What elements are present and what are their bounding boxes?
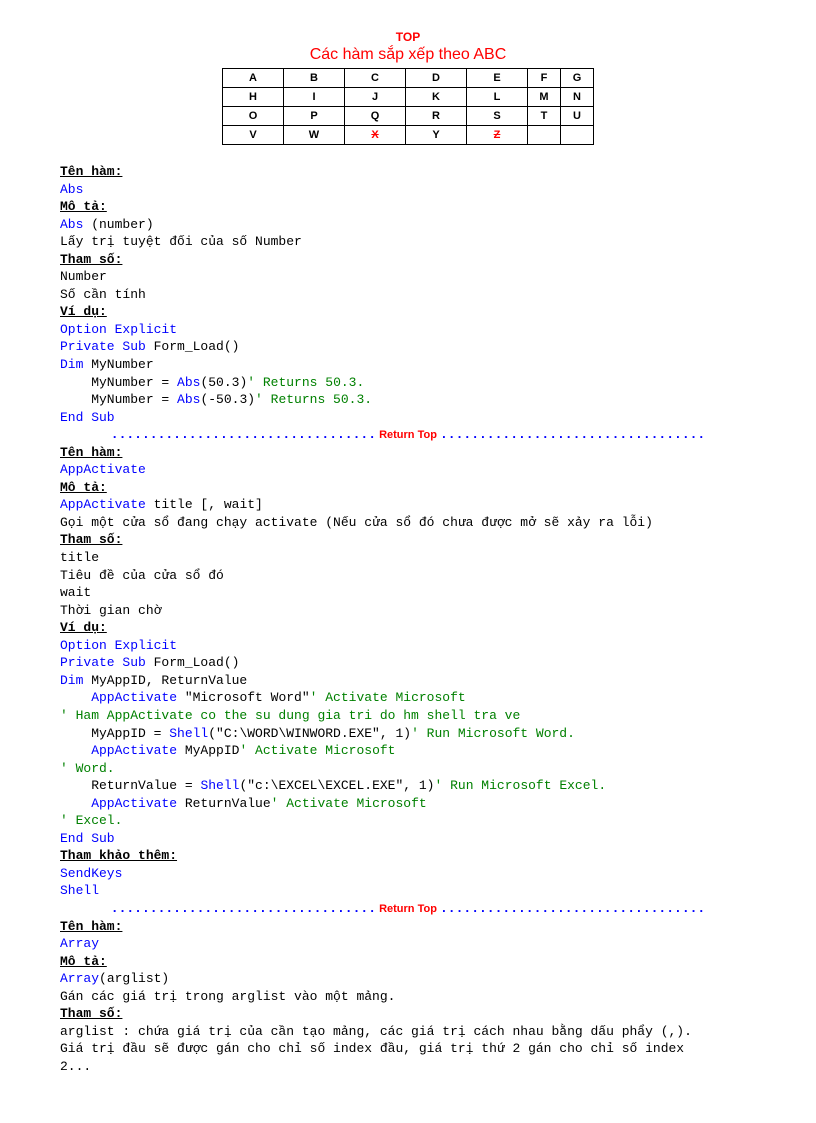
alpha-link-y[interactable]: Y xyxy=(406,126,467,145)
alpha-link-x[interactable]: X xyxy=(345,126,406,145)
param-name: Number xyxy=(60,268,756,286)
alpha-link-p[interactable]: P xyxy=(284,107,345,126)
alpha-link-r[interactable]: R xyxy=(406,107,467,126)
page-title: Các hàm sắp xếp theo ABC xyxy=(60,46,756,64)
param-desc: Số cần tính xyxy=(60,286,756,304)
code-line: AppActivate "Microsoft Word"' Activate M… xyxy=(60,689,756,707)
code-line: End Sub xyxy=(60,409,756,427)
code-line: Dim MyAppID, ReturnValue xyxy=(60,672,756,690)
alpha-link-b[interactable]: B xyxy=(284,69,345,88)
label-ten-ham: Tên hàm: xyxy=(60,918,756,936)
alpha-link-t[interactable]: T xyxy=(528,107,561,126)
func-name-array: Array xyxy=(60,935,756,953)
func-sig: AppActivate title [, wait] xyxy=(60,496,756,514)
separator: .................................. Retur… xyxy=(60,900,756,918)
alpha-link-k[interactable]: K xyxy=(406,88,467,107)
code-line: Option Explicit xyxy=(60,321,756,339)
alpha-link-q[interactable]: Q xyxy=(345,107,406,126)
label-mo-ta: Mô tả: xyxy=(60,479,756,497)
label-tham-so: Tham số: xyxy=(60,531,756,549)
see-also-link[interactable]: SendKeys xyxy=(60,865,756,883)
code-line: Dim MyNumber xyxy=(60,356,756,374)
code-line: ' Word. xyxy=(60,760,756,778)
func-desc: Gọi một cửa sổ đang chạy activate (Nếu c… xyxy=(60,514,756,532)
func-sig: Array(arglist) xyxy=(60,970,756,988)
label-tham-khao: Tham khảo thêm: xyxy=(60,847,756,865)
func-name-abs: Abs xyxy=(60,181,756,199)
label-vi-du: Ví dụ: xyxy=(60,619,756,637)
code-line: ' Ham AppActivate co the su dung gia tri… xyxy=(60,707,756,725)
func-sig: Abs (number) xyxy=(60,216,756,234)
alpha-link-j[interactable]: J xyxy=(345,88,406,107)
alpha-link-g[interactable]: G xyxy=(561,69,594,88)
param-desc: Tiêu đề của cửa sổ đó xyxy=(60,567,756,585)
code-line: End Sub xyxy=(60,830,756,848)
return-top-link[interactable]: Return Top xyxy=(376,429,440,441)
top-link[interactable]: TOP xyxy=(60,30,756,44)
code-line: Private Sub Form_Load() xyxy=(60,654,756,672)
param-text: arglist : chứa giá trị của cần tạo mảng,… xyxy=(60,1023,756,1041)
func-name-appactivate: AppActivate xyxy=(60,461,756,479)
alpha-empty xyxy=(528,126,561,145)
main-content: Tên hàm: Abs Mô tả: Abs (number) Lấy trị… xyxy=(60,163,756,1075)
alpha-link-s[interactable]: S xyxy=(467,107,528,126)
alpha-link-z[interactable]: Z xyxy=(467,126,528,145)
see-also-link[interactable]: Shell xyxy=(60,882,756,900)
code-line: ' Excel. xyxy=(60,812,756,830)
return-top-link[interactable]: Return Top xyxy=(376,903,440,915)
alpha-link-f[interactable]: F xyxy=(528,69,561,88)
alpha-empty xyxy=(561,126,594,145)
alpha-link-c[interactable]: C xyxy=(345,69,406,88)
alpha-link-v[interactable]: V xyxy=(223,126,284,145)
param-text: 2... xyxy=(60,1058,756,1076)
func-desc: Lấy trị tuyệt đối của số Number xyxy=(60,233,756,251)
alpha-link-l[interactable]: L xyxy=(467,88,528,107)
alpha-link-i[interactable]: I xyxy=(284,88,345,107)
label-mo-ta: Mô tả: xyxy=(60,953,756,971)
param-text: Giá trị đầu sẽ được gán cho chỉ số index… xyxy=(60,1040,756,1058)
param-name: title xyxy=(60,549,756,567)
alpha-link-n[interactable]: N xyxy=(561,88,594,107)
param-desc: Thời gian chờ xyxy=(60,602,756,620)
param-name: wait xyxy=(60,584,756,602)
label-ten-ham: Tên hàm: xyxy=(60,444,756,462)
alpha-link-m[interactable]: M xyxy=(528,88,561,107)
alpha-link-d[interactable]: D xyxy=(406,69,467,88)
alpha-link-e[interactable]: E xyxy=(467,69,528,88)
code-line: AppActivate ReturnValue' Activate Micros… xyxy=(60,795,756,813)
label-vi-du: Ví dụ: xyxy=(60,303,756,321)
func-desc: Gán các giá trị trong arglist vào một mả… xyxy=(60,988,756,1006)
alpha-link-a[interactable]: A xyxy=(223,69,284,88)
code-line: MyNumber = Abs(50.3)' Returns 50.3. xyxy=(60,374,756,392)
alpha-link-h[interactable]: H xyxy=(223,88,284,107)
label-mo-ta: Mô tả: xyxy=(60,198,756,216)
label-ten-ham: Tên hàm: xyxy=(60,163,756,181)
label-tham-so: Tham số: xyxy=(60,1005,756,1023)
alpha-link-o[interactable]: O xyxy=(223,107,284,126)
code-line: Private Sub Form_Load() xyxy=(60,338,756,356)
code-line: MyAppID = Shell("C:\WORD\WINWORD.EXE", 1… xyxy=(60,725,756,743)
label-tham-so: Tham số: xyxy=(60,251,756,269)
alphabet-nav-table: ABCDEFG HIJKLMN OPQRSTU VWXYZ xyxy=(222,68,594,145)
separator: .................................. Retur… xyxy=(60,426,756,444)
code-line: MyNumber = Abs(-50.3)' Returns 50.3. xyxy=(60,391,756,409)
alpha-link-w[interactable]: W xyxy=(284,126,345,145)
alpha-link-u[interactable]: U xyxy=(561,107,594,126)
code-line: Option Explicit xyxy=(60,637,756,655)
code-line: AppActivate MyAppID' Activate Microsoft xyxy=(60,742,756,760)
code-line: ReturnValue = Shell("c:\EXCEL\EXCEL.EXE"… xyxy=(60,777,756,795)
